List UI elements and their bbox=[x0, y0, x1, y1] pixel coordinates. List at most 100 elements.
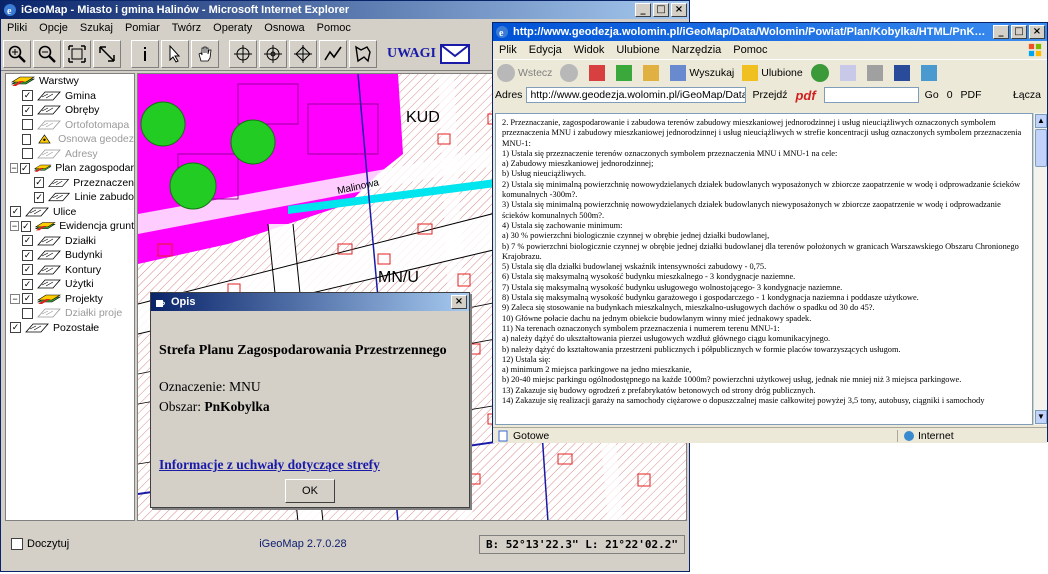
history-button[interactable] bbox=[810, 63, 832, 82]
scroll-down-icon[interactable]: ▼ bbox=[1035, 410, 1047, 424]
layer-checkbox[interactable]: ✓ bbox=[22, 235, 33, 247]
opis-close-button[interactable]: × bbox=[451, 295, 467, 309]
layer-checkbox[interactable]: ✓ bbox=[22, 90, 33, 102]
scroll-up-icon[interactable]: ▲ bbox=[1035, 114, 1047, 128]
layer-row[interactable]: ✓ Budynki bbox=[6, 248, 134, 263]
home-button[interactable] bbox=[643, 64, 662, 81]
links-label[interactable]: Łącza bbox=[1013, 89, 1041, 101]
area-button[interactable] bbox=[349, 39, 377, 68]
menu-opcje[interactable]: Opcje bbox=[33, 22, 74, 34]
zoom-extent-button[interactable] bbox=[63, 39, 91, 68]
layer-row[interactable]: ✓ Obręby bbox=[6, 103, 134, 118]
layer-row[interactable]: ✓ Przeznaczen bbox=[6, 176, 134, 191]
ie-titlebar[interactable]: e http://www.geodezja.wolomin.pl/iGeoMap… bbox=[493, 23, 1047, 41]
ok-button[interactable]: OK bbox=[285, 479, 335, 503]
opis-titlebar[interactable]: Opis × bbox=[151, 293, 469, 311]
menu-szukaj[interactable]: Szukaj bbox=[74, 22, 119, 34]
stop-button[interactable] bbox=[589, 64, 608, 81]
layer-row[interactable]: Adresy bbox=[6, 147, 134, 162]
pdf2-button[interactable]: PDF bbox=[961, 89, 982, 101]
back-button[interactable]: Wstecz bbox=[497, 63, 552, 82]
layer-checkbox[interactable]: ✓ bbox=[34, 177, 45, 189]
layer-checkbox[interactable]: ✓ bbox=[34, 191, 45, 203]
address-field[interactable]: http://www.geodezja.wolomin.pl/iGeoMap/D… bbox=[526, 87, 747, 103]
close-button[interactable]: × bbox=[671, 3, 687, 17]
layer-checkbox[interactable]: ✓ bbox=[22, 249, 33, 261]
ie-menu-widok[interactable]: Widok bbox=[568, 44, 611, 56]
igeomap-titlebar[interactable]: e iGeoMap - Miasto i gmina Halinów - Mic… bbox=[1, 1, 689, 19]
zoom-in-button[interactable] bbox=[3, 39, 31, 68]
refresh-button[interactable] bbox=[616, 64, 635, 81]
measure-point-button[interactable] bbox=[229, 39, 257, 68]
zoom-out-button[interactable] bbox=[33, 39, 61, 68]
print-button[interactable] bbox=[866, 64, 886, 81]
layer-row[interactable]: Osnowa geodez bbox=[6, 132, 134, 147]
ie-maximize-button[interactable]: □ bbox=[1011, 25, 1027, 39]
layer-checkbox[interactable]: ✓ bbox=[22, 278, 33, 290]
ie-menu-edycja[interactable]: Edycja bbox=[523, 44, 568, 56]
layer-row[interactable]: ✓ Użytki bbox=[6, 277, 134, 292]
layer-checkbox[interactable]: ✓ bbox=[22, 264, 33, 276]
layer-row[interactable]: Warstwy bbox=[6, 74, 134, 89]
menu-pomiar[interactable]: Pomiar bbox=[119, 22, 166, 34]
toolbar-search-field[interactable] bbox=[823, 87, 919, 103]
ie-menu-ulubione[interactable]: Ulubione bbox=[610, 44, 665, 56]
ie-menu-pomoc[interactable]: Pomoc bbox=[727, 44, 773, 56]
search-button[interactable]: Wyszukaj bbox=[670, 64, 734, 81]
layer-row[interactable]: Działki proje bbox=[6, 306, 134, 321]
layer-row[interactable]: Ortofotomapa bbox=[6, 118, 134, 133]
layer-row[interactable]: ✓ Kontury bbox=[6, 263, 134, 278]
layer-checkbox[interactable]: ✓ bbox=[20, 220, 31, 232]
zoom-window-button[interactable] bbox=[93, 39, 121, 68]
layer-row[interactable]: ✓ Ulice bbox=[6, 205, 134, 220]
layer-checkbox[interactable]: ✓ bbox=[10, 206, 21, 218]
layer-row[interactable]: ✓ Linie zabudo bbox=[6, 190, 134, 205]
layer-checkbox[interactable] bbox=[22, 133, 32, 145]
go2-button[interactable]: Go bbox=[925, 89, 939, 101]
messenger-button[interactable] bbox=[920, 64, 940, 81]
ie-minimize-button[interactable]: _ bbox=[993, 25, 1009, 39]
edit-button[interactable] bbox=[893, 64, 913, 81]
ie-menu-narzedzia[interactable]: Narzędzia bbox=[666, 44, 728, 56]
select-button[interactable] bbox=[161, 39, 189, 68]
menu-osnowa[interactable]: Osnowa bbox=[258, 22, 310, 34]
uwagi-label[interactable]: UWAGI bbox=[387, 46, 436, 62]
layer-checkbox[interactable] bbox=[22, 148, 33, 160]
layer-checkbox[interactable]: ✓ bbox=[20, 162, 30, 174]
maximize-button[interactable]: □ bbox=[653, 3, 669, 17]
doczytuj-checkbox[interactable] bbox=[11, 538, 23, 550]
favorites-button[interactable]: Ulubione bbox=[742, 64, 803, 81]
ie-close-button[interactable]: × bbox=[1029, 25, 1045, 39]
measure-distance-button[interactable] bbox=[259, 39, 287, 68]
layer-row[interactable]: ✓ Gmina bbox=[6, 89, 134, 104]
layer-row[interactable]: − ✓ Projekty bbox=[6, 292, 134, 307]
menu-pomoc[interactable]: Pomoc bbox=[311, 22, 357, 34]
menu-pliki[interactable]: Pliki bbox=[1, 22, 33, 34]
layer-checkbox[interactable] bbox=[22, 307, 33, 319]
mail-button[interactable] bbox=[839, 64, 859, 81]
locate-button[interactable] bbox=[289, 39, 317, 68]
ie-menu-plik[interactable]: Plik bbox=[493, 44, 523, 56]
pan-button[interactable] bbox=[191, 39, 219, 68]
go-button[interactable]: Przejdź bbox=[752, 89, 787, 101]
uchwala-link[interactable]: Informacje z uchwały dotyczące strefy bbox=[159, 457, 461, 473]
menu-operaty[interactable]: Operaty bbox=[207, 22, 258, 34]
layer-row[interactable]: − ✓ Plan zagospodar bbox=[6, 161, 134, 176]
layer-row[interactable]: ✓ Pozostałe bbox=[6, 321, 134, 336]
layer-row[interactable]: ✓ Działki bbox=[6, 234, 134, 249]
polyline-button[interactable] bbox=[319, 39, 347, 68]
menu-tworz[interactable]: Twórz bbox=[166, 22, 207, 34]
tree-toggle-icon[interactable]: − bbox=[10, 293, 20, 304]
layer-checkbox[interactable]: ✓ bbox=[22, 104, 33, 116]
pdf-badge[interactable]: pdf bbox=[795, 88, 815, 103]
tree-toggle-icon[interactable]: − bbox=[10, 163, 19, 174]
layer-checkbox[interactable] bbox=[22, 119, 33, 131]
layer-row[interactable]: − ✓ Ewidencja grunt bbox=[6, 219, 134, 234]
layer-checkbox[interactable]: ✓ bbox=[10, 322, 21, 334]
forward-button[interactable] bbox=[560, 63, 581, 82]
layer-checkbox[interactable]: ✓ bbox=[22, 293, 33, 305]
scroll-thumb[interactable] bbox=[1035, 129, 1047, 167]
envelope-icon[interactable] bbox=[440, 43, 471, 64]
ie-scrollbar[interactable]: ▲ ▼ bbox=[1033, 113, 1047, 425]
minimize-button[interactable]: _ bbox=[635, 3, 651, 17]
